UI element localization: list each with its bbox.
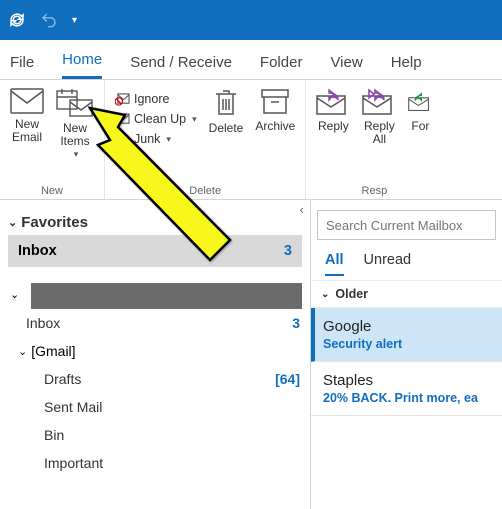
reply-button[interactable]: Reply	[312, 86, 354, 135]
trash-icon	[212, 88, 240, 118]
folder-pane: ‹ ⌄ Favorites Inbox 3 ⌄ Inbox 3 ⌄ [Gmail…	[0, 200, 310, 509]
account-header[interactable]	[31, 283, 302, 309]
clean-up-button[interactable]: Clean Up▾	[111, 110, 201, 128]
favorites-header[interactable]: ⌄ Favorites	[8, 210, 302, 235]
new-items-button[interactable]: New Items▾	[52, 86, 98, 162]
archive-button[interactable]: Archive	[251, 86, 299, 135]
favorites-inbox[interactable]: Inbox 3	[8, 235, 302, 267]
tab-home[interactable]: Home	[62, 43, 102, 79]
mail-item[interactable]: Staples 20% BACK. Print more, ea	[311, 362, 502, 416]
archive-icon	[260, 88, 290, 116]
ribbon-tabs: File Home Send / Receive Folder View Hel…	[0, 40, 502, 80]
chevron-down-icon: ⌄	[8, 216, 17, 229]
tab-help[interactable]: Help	[391, 46, 422, 79]
ribbon-group-label: New	[6, 183, 98, 197]
ribbon-group-new: New Email New Items▾ New	[0, 80, 105, 199]
tab-send-receive[interactable]: Send / Receive	[130, 46, 232, 79]
ribbon-group-respond: Reply Reply All For Resp	[306, 80, 442, 199]
ribbon-group-label: Resp	[312, 183, 436, 197]
chevron-down-icon: ⌄	[18, 345, 27, 358]
ignore-icon	[115, 93, 130, 106]
delete-button[interactable]: Delete	[205, 86, 248, 137]
junk-button[interactable]: Junk▾	[111, 130, 201, 148]
calendar-envelope-icon	[56, 88, 94, 118]
forward-icon	[408, 88, 432, 116]
chevron-down-icon[interactable]: ⌄	[0, 288, 23, 301]
ribbon-group-delete: Ignore Clean Up▾ Junk▾ Delete Archive	[105, 80, 306, 199]
filter-all[interactable]: All	[325, 252, 344, 276]
filter-unread[interactable]: Unread	[364, 252, 412, 276]
reply-all-button[interactable]: Reply All	[358, 86, 400, 148]
tree-sent[interactable]: Sent Mail	[0, 393, 310, 421]
mail-item[interactable]: Google Security alert	[311, 308, 502, 362]
tree-gmail[interactable]: ⌄ [Gmail]	[0, 337, 310, 365]
tab-view[interactable]: View	[330, 46, 362, 79]
cleanup-icon	[115, 113, 130, 126]
ribbon-group-label: Delete	[111, 183, 299, 197]
tab-folder[interactable]: Folder	[260, 46, 303, 79]
group-older[interactable]: ⌄ Older	[311, 280, 502, 308]
new-email-button[interactable]: New Email	[6, 86, 48, 146]
reply-icon	[316, 88, 350, 116]
tree-bin[interactable]: Bin	[0, 421, 310, 449]
sync-icon[interactable]	[8, 11, 26, 29]
mail-from: Staples	[323, 372, 490, 389]
qat-dropdown-icon[interactable]: ▾	[72, 15, 77, 26]
search-input[interactable]	[326, 218, 487, 233]
chevron-down-icon: ⌄	[321, 289, 329, 300]
mail-from: Google	[323, 318, 490, 335]
collapse-nav-icon[interactable]: ‹	[300, 202, 304, 217]
tree-drafts[interactable]: Drafts [64]	[0, 365, 310, 393]
junk-icon	[115, 133, 130, 146]
forward-button[interactable]: For	[404, 86, 436, 135]
tree-important[interactable]: Important	[0, 449, 310, 477]
tree-inbox[interactable]: Inbox 3	[0, 309, 310, 337]
search-box[interactable]	[317, 210, 496, 240]
mail-subject: 20% BACK. Print more, ea	[323, 391, 490, 405]
reply-all-icon	[362, 88, 396, 116]
ignore-button[interactable]: Ignore	[111, 90, 201, 108]
mail-subject: Security alert	[323, 337, 490, 351]
undo-icon[interactable]	[40, 11, 58, 29]
envelope-icon	[10, 88, 44, 114]
message-list: All Unread ⌄ Older Google Security alert…	[310, 200, 502, 509]
tab-file[interactable]: File	[10, 46, 34, 79]
ribbon: New Email New Items▾ New Ignore Clean Up…	[0, 80, 502, 200]
title-bar: ▾	[0, 0, 502, 40]
